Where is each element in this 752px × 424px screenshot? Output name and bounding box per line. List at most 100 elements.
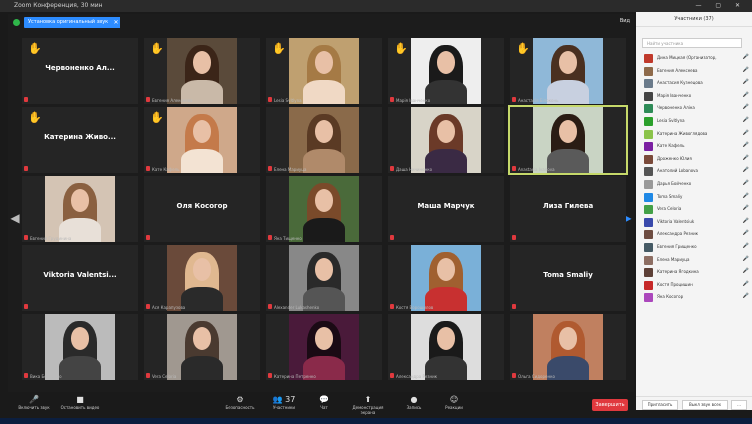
- participant-row[interactable]: Елена Мариуца 🎤: [636, 254, 752, 267]
- participant-tile[interactable]: Чеpвоненко Ал... ✋: [22, 38, 138, 104]
- participant-row[interactable]: Дарья Бойченко 🎤: [636, 178, 752, 191]
- muted-mic-icon: [512, 166, 516, 171]
- participant-row[interactable]: Анатолий Lobanova 🎤: [636, 165, 752, 178]
- participant-name-label: Костя Ворошилов: [396, 305, 434, 310]
- end-meeting-button[interactable]: Завершить: [592, 399, 628, 411]
- participant-tile[interactable]: Toma Smaliy: [510, 245, 626, 311]
- participant-tile[interactable]: ✋ Анастасія Білоконь: [510, 38, 626, 104]
- participant-tile[interactable]: Евгения Грудинина: [22, 176, 138, 242]
- participant-tile[interactable]: ✋ Марія Іванченко: [388, 38, 504, 104]
- participant-row[interactable]: Евгения Грищенко 🎤: [636, 241, 752, 254]
- participant-row[interactable]: Кате Кафель 🎤: [636, 140, 752, 153]
- participant-row[interactable]: Червоненко Аліна 🎤: [636, 102, 752, 115]
- toolbar-label: Включить звук: [18, 405, 50, 410]
- participant-name: Lesia Svitlyna: [657, 117, 685, 123]
- participant-tile[interactable]: Vera Celoria: [144, 314, 260, 380]
- participant-video: [411, 107, 481, 173]
- toolbar-button[interactable]: ☺ Реакции: [434, 395, 474, 410]
- meeting-main: Установка оригинальный звук ✕ Вид ◀ ▶ Че…: [8, 14, 634, 392]
- participant-display-name: Маша Марчук: [417, 202, 475, 210]
- participant-row[interactable]: Дроженко Юлия 🎤: [636, 153, 752, 166]
- meeting-toolbar: Завершить 🎤 Включить звук ■ Остановить виде…: [8, 392, 634, 418]
- participant-tile[interactable]: Катерина Живо... ✋: [22, 107, 138, 173]
- participant-tile[interactable]: ✋ Кате Кафель: [144, 107, 260, 173]
- participant-video: [167, 38, 237, 104]
- participant-tile[interactable]: Яна Тищенко: [266, 176, 382, 242]
- toolbar-button[interactable]: ⬆ Демонстрация экрана: [348, 395, 388, 415]
- toolbar-label: Реакции: [445, 405, 463, 410]
- participant-name-label: Кате Кафель: [152, 167, 180, 172]
- participants-footer: Пригласить Выкл звук всех ...: [636, 396, 752, 411]
- muted-mic-icon: [390, 235, 394, 240]
- view-button[interactable]: Вид: [620, 18, 630, 24]
- participant-row[interactable]: Viktoria Valentsiuk 🎤: [636, 216, 752, 229]
- invite-button[interactable]: Пригласить: [642, 400, 678, 410]
- participant-tile[interactable]: Alexander Lukashenko: [266, 245, 382, 311]
- participant-tile[interactable]: Anastasia Ivanova: [508, 105, 628, 175]
- participant-row[interactable]: Дина Мицкая (Организатор, я) 🎤: [636, 52, 752, 65]
- participant-row[interactable]: Марія Іванченко 🎤: [636, 90, 752, 103]
- mic-status-icon: 🎤: [742, 104, 749, 111]
- participant-name: Дроженко Юлия: [657, 155, 692, 161]
- participant-tile[interactable]: Ася Карапузова: [144, 245, 260, 311]
- participant-name: Червоненко Аліна: [657, 105, 695, 111]
- participant-video: [167, 107, 237, 173]
- participant-row[interactable]: Vera Celoria 🎤: [636, 203, 752, 216]
- toolbar-button[interactable]: 👥 37 Участники: [264, 395, 304, 410]
- participant-row[interactable]: Евгения Алексеева 🎤: [636, 65, 752, 78]
- muted-mic-icon: [268, 304, 272, 309]
- shield-status-icon[interactable]: [13, 19, 20, 26]
- toolbar-button[interactable]: 💬 Чат: [304, 395, 344, 410]
- participant-tile[interactable]: Катерина Петренко: [266, 314, 382, 380]
- close-icon[interactable]: ✕: [112, 17, 120, 28]
- participant-row[interactable]: Анастасия Кузнецова 🎤: [636, 77, 752, 90]
- mute-all-button[interactable]: Выкл звук всех: [682, 400, 728, 410]
- participant-video: [533, 38, 603, 104]
- participant-video: [167, 314, 237, 380]
- participant-name: Яна Косогор: [657, 294, 684, 300]
- participant-tile[interactable]: Viktoria Valentsi...: [22, 245, 138, 311]
- participant-tile[interactable]: Оля Косогор: [144, 176, 260, 242]
- participant-tile[interactable]: ✋ Lesia Svitlyna: [266, 38, 382, 104]
- participant-tile[interactable]: Александра Резник: [388, 314, 504, 380]
- muted-mic-icon: [390, 166, 394, 171]
- participant-tile[interactable]: Костя Ворошилов: [388, 245, 504, 311]
- participant-tile[interactable]: Лиза Гилева: [510, 176, 626, 242]
- participant-row[interactable]: Катерина Ягодкина 🎤: [636, 266, 752, 279]
- participant-search-input[interactable]: Найти участника: [642, 38, 742, 48]
- participant-row[interactable]: Яна Косогор 🎤: [636, 291, 752, 304]
- avatar: [644, 66, 653, 76]
- participant-tile[interactable]: Елена Мариуца: [266, 107, 382, 173]
- mic-status-icon: 🎤: [742, 154, 749, 161]
- toolbar-button[interactable]: ■ Остановить видео: [60, 395, 100, 410]
- participant-tile[interactable]: ✋ Евгения Алексеева: [144, 38, 260, 104]
- prev-page-arrow-icon[interactable]: ◀: [10, 206, 20, 230]
- participant-row[interactable]: Lesia Svitlyna 🎤: [636, 115, 752, 128]
- raised-hand-icon: ✋: [150, 111, 164, 124]
- participant-tile[interactable]: Вика Бойченко: [22, 314, 138, 380]
- participant-row[interactable]: Александра Резник 🎤: [636, 228, 752, 241]
- participant-tile[interactable]: Даша Ничиненко: [388, 107, 504, 173]
- muted-mic-icon: [146, 304, 150, 309]
- toolbar-icon: ☺: [449, 395, 459, 404]
- participant-video: [411, 314, 481, 380]
- toolbar-button[interactable]: ⚙ Безопасность: [220, 395, 260, 410]
- window-controls[interactable]: — ▢ ✕: [695, 0, 746, 12]
- participant-tile[interactable]: Ольга Сидоренко: [510, 314, 626, 380]
- avatar: [644, 179, 653, 189]
- more-options-button[interactable]: ...: [731, 400, 747, 410]
- participant-row[interactable]: Toma Smaliy 🎤: [636, 191, 752, 204]
- participant-row[interactable]: Костя Процишин 🎤: [636, 279, 752, 292]
- participant-name-label: Вика Бойченко: [30, 374, 62, 379]
- participant-name-label: Anastasia Ivanova: [518, 167, 555, 172]
- toolbar-button[interactable]: 🎤 Включить звук: [14, 395, 54, 410]
- participant-row[interactable]: Катерина Живоглядова 🎤: [636, 128, 752, 141]
- raised-hand-icon: ✋: [28, 111, 42, 124]
- mic-status-icon: 🎤: [742, 205, 749, 212]
- muted-mic-icon: [512, 304, 516, 309]
- participant-name-label: Евгения Алексеева: [152, 98, 193, 103]
- participant-tile[interactable]: Маша Марчук: [388, 176, 504, 242]
- original-sound-banner[interactable]: Установка оригинальный звук: [24, 17, 114, 28]
- toolbar-button[interactable]: ● Запись: [394, 395, 434, 410]
- avatar: [644, 54, 653, 63]
